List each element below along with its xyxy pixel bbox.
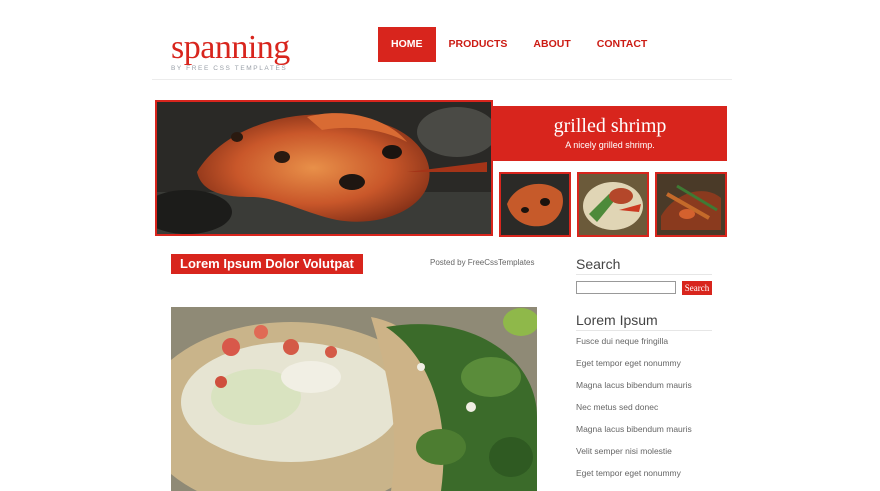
header-divider: [152, 79, 732, 80]
site-logo[interactable]: spanning BY FREE CSS TEMPLATES: [171, 29, 290, 73]
post-meta: Posted by FreeCssTemplates: [430, 258, 535, 267]
feature-title: grilled shrimp: [553, 115, 667, 137]
search-input[interactable]: [576, 281, 676, 294]
tacos-photo: [171, 307, 537, 491]
search-button[interactable]: Search: [682, 281, 712, 295]
links-heading: Lorem Ipsum: [576, 312, 712, 331]
feature-caption: A nicely grilled shrimp.: [565, 140, 655, 150]
nav-about[interactable]: ABOUT: [520, 27, 583, 62]
feature-caption-box: grilled shrimp A nicely grilled shrimp.: [493, 106, 727, 161]
nav-contact[interactable]: CONTACT: [584, 27, 661, 62]
post-title[interactable]: Lorem Ipsum Dolor Volutpat: [171, 254, 363, 274]
thumbnail-3[interactable]: [655, 172, 727, 237]
sidebar-link[interactable]: Velit semper nisi molestie: [576, 445, 692, 467]
sidebar-link[interactable]: Magna lacus bibendum mauris: [576, 379, 692, 401]
logo-tagline: BY FREE CSS TEMPLATES: [171, 65, 288, 72]
sidebar-link[interactable]: Eget tempor eget nonummy: [576, 357, 692, 379]
logo-title: spanning: [171, 29, 290, 66]
nav-products[interactable]: PRODUCTS: [436, 27, 521, 62]
sidebar-link[interactable]: Magna lacus bibendum mauris: [576, 423, 692, 445]
thumbnail-1[interactable]: [499, 172, 571, 237]
sidebar-link[interactable]: Nec metus sed donec: [576, 401, 692, 423]
sidebar-link[interactable]: Eget tempor eget nonummy: [576, 467, 692, 489]
nav-home[interactable]: HOME: [378, 27, 436, 62]
thumbnail-2[interactable]: [577, 172, 649, 237]
sidebar-links: Fusce dui neque fringilla Eget tempor eg…: [576, 335, 692, 489]
search-heading: Search: [576, 256, 712, 275]
main-nav: HOME PRODUCTS ABOUT CONTACT: [378, 27, 660, 62]
featured-shrimp-photo[interactable]: [155, 100, 493, 236]
sidebar-link[interactable]: Fusce dui neque fringilla: [576, 335, 692, 357]
